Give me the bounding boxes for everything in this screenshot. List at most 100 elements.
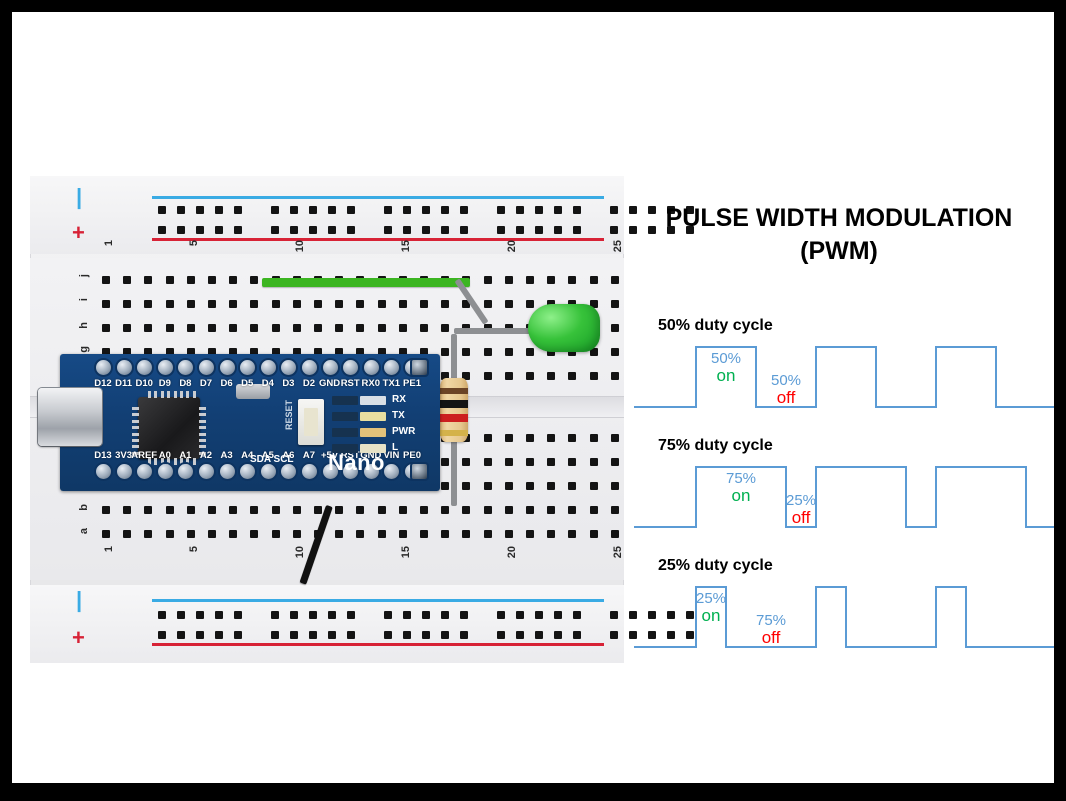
breadboard-hole[interactable] bbox=[271, 506, 280, 514]
rail-bottom-hole[interactable] bbox=[177, 611, 185, 619]
breadboard-hole[interactable] bbox=[250, 300, 259, 308]
rail-bottom-hole[interactable] bbox=[328, 631, 336, 639]
nano-pin-3v3[interactable] bbox=[116, 464, 132, 479]
nano-pad-pe1[interactable] bbox=[412, 360, 427, 375]
jumper-wire-green[interactable] bbox=[262, 278, 470, 287]
rail-top-hole[interactable] bbox=[384, 206, 392, 214]
nano-pin-a6[interactable] bbox=[281, 464, 297, 479]
breadboard-hole[interactable] bbox=[123, 324, 132, 332]
breadboard-hole[interactable] bbox=[356, 324, 365, 332]
breadboard-hole[interactable] bbox=[504, 372, 513, 380]
breadboard-hole[interactable] bbox=[589, 506, 598, 514]
breadboard-hole[interactable] bbox=[547, 482, 556, 490]
nano-pin-a5[interactable] bbox=[260, 464, 276, 479]
rail-bottom-hole[interactable] bbox=[422, 631, 430, 639]
breadboard-hole[interactable] bbox=[483, 530, 492, 538]
breadboard-hole[interactable] bbox=[335, 300, 344, 308]
breadboard-hole[interactable] bbox=[610, 434, 619, 442]
nano-pin-d10[interactable] bbox=[137, 360, 153, 375]
breadboard-hole[interactable] bbox=[420, 300, 428, 308]
breadboard-hole[interactable] bbox=[335, 530, 344, 538]
breadboard-hole[interactable] bbox=[208, 506, 216, 514]
rail-top-hole[interactable] bbox=[328, 226, 336, 234]
breadboard-hole[interactable] bbox=[208, 530, 216, 538]
breadboard-hole[interactable] bbox=[102, 300, 110, 308]
nano-pin-a2[interactable] bbox=[199, 464, 214, 479]
rail-bottom-hole[interactable] bbox=[196, 611, 204, 619]
breadboard-hole[interactable] bbox=[526, 458, 534, 466]
rail-top-hole[interactable] bbox=[328, 206, 336, 214]
rail-top-hole[interactable] bbox=[403, 206, 411, 214]
breadboard-hole[interactable] bbox=[504, 482, 513, 490]
breadboard-hole[interactable] bbox=[102, 506, 110, 514]
breadboard-hole[interactable] bbox=[123, 300, 132, 308]
rail-top-hole[interactable] bbox=[554, 226, 562, 234]
breadboard-hole[interactable] bbox=[547, 276, 556, 284]
breadboard-hole[interactable] bbox=[377, 300, 386, 308]
breadboard-hole[interactable] bbox=[547, 530, 556, 538]
breadboard-hole[interactable] bbox=[229, 530, 238, 538]
breadboard-hole[interactable] bbox=[483, 372, 492, 380]
breadboard-hole[interactable] bbox=[568, 530, 577, 538]
rail-top-hole[interactable] bbox=[516, 226, 524, 234]
breadboard-hole[interactable] bbox=[441, 482, 450, 490]
breadboard-hole[interactable] bbox=[589, 530, 598, 538]
led-green[interactable] bbox=[528, 304, 600, 352]
breadboard-hole[interactable] bbox=[441, 506, 450, 514]
nano-pin-d13[interactable] bbox=[96, 464, 111, 479]
rail-bottom-hole[interactable] bbox=[158, 611, 166, 619]
breadboard-hole[interactable] bbox=[526, 300, 534, 308]
breadboard-hole[interactable] bbox=[462, 482, 471, 490]
nano-pin-d7[interactable] bbox=[199, 360, 214, 375]
breadboard-hole[interactable] bbox=[504, 348, 513, 356]
breadboard-hole[interactable] bbox=[547, 458, 556, 466]
rail-top-hole[interactable] bbox=[535, 206, 543, 214]
rail-bottom-hole[interactable] bbox=[497, 611, 505, 619]
rail-bottom-hole[interactable] bbox=[460, 611, 468, 619]
rail-top-hole[interactable] bbox=[290, 226, 298, 234]
nano-pin-vin[interactable] bbox=[384, 464, 400, 479]
breadboard-hole[interactable] bbox=[568, 458, 577, 466]
breadboard-hole[interactable] bbox=[441, 458, 450, 466]
nano-pin-d9[interactable] bbox=[157, 360, 173, 375]
rail-top-hole[interactable] bbox=[158, 226, 166, 234]
breadboard-hole[interactable] bbox=[589, 434, 598, 442]
breadboard-hole[interactable] bbox=[441, 324, 450, 332]
breadboard-hole[interactable] bbox=[589, 458, 598, 466]
rail-bottom-hole[interactable] bbox=[215, 611, 223, 619]
breadboard-hole[interactable] bbox=[165, 276, 174, 284]
rail-top-hole[interactable] bbox=[554, 206, 562, 214]
nano-pin-a3[interactable] bbox=[219, 464, 235, 479]
breadboard-hole[interactable] bbox=[420, 506, 428, 514]
rail-bottom-hole[interactable] bbox=[271, 611, 279, 619]
breadboard-hole[interactable] bbox=[526, 434, 534, 442]
breadboard-hole[interactable] bbox=[250, 506, 259, 514]
breadboard-hole[interactable] bbox=[610, 372, 619, 380]
rail-top-hole[interactable] bbox=[497, 206, 505, 214]
rail-bottom-hole[interactable] bbox=[290, 611, 298, 619]
rail-bottom-hole[interactable] bbox=[535, 611, 543, 619]
rail-top-hole[interactable] bbox=[177, 226, 185, 234]
rail-top-hole[interactable] bbox=[347, 226, 355, 234]
rail-bottom-hole[interactable] bbox=[441, 631, 449, 639]
breadboard-hole[interactable] bbox=[610, 348, 619, 356]
breadboard-hole[interactable] bbox=[186, 300, 195, 308]
resistor[interactable] bbox=[440, 378, 468, 442]
breadboard-hole[interactable] bbox=[102, 324, 110, 332]
rail-top-hole[interactable] bbox=[422, 206, 430, 214]
nano-pin-gnd[interactable] bbox=[322, 360, 338, 375]
breadboard-hole[interactable] bbox=[462, 530, 471, 538]
usb-c-connector[interactable] bbox=[38, 388, 102, 446]
breadboard-hole[interactable] bbox=[568, 506, 577, 514]
rail-bottom-hole[interactable] bbox=[610, 611, 618, 619]
rail-bottom-hole[interactable] bbox=[215, 631, 223, 639]
rail-top-hole[interactable] bbox=[234, 226, 242, 234]
breadboard-hole[interactable] bbox=[441, 530, 450, 538]
breadboard-hole[interactable] bbox=[314, 300, 322, 308]
rail-top-hole[interactable] bbox=[573, 226, 581, 234]
rail-top-hole[interactable] bbox=[309, 226, 317, 234]
breadboard-hole[interactable] bbox=[504, 530, 513, 538]
breadboard-hole[interactable] bbox=[441, 348, 450, 356]
rail-bottom-hole[interactable] bbox=[441, 611, 449, 619]
nano-pin-d5[interactable] bbox=[240, 360, 256, 375]
